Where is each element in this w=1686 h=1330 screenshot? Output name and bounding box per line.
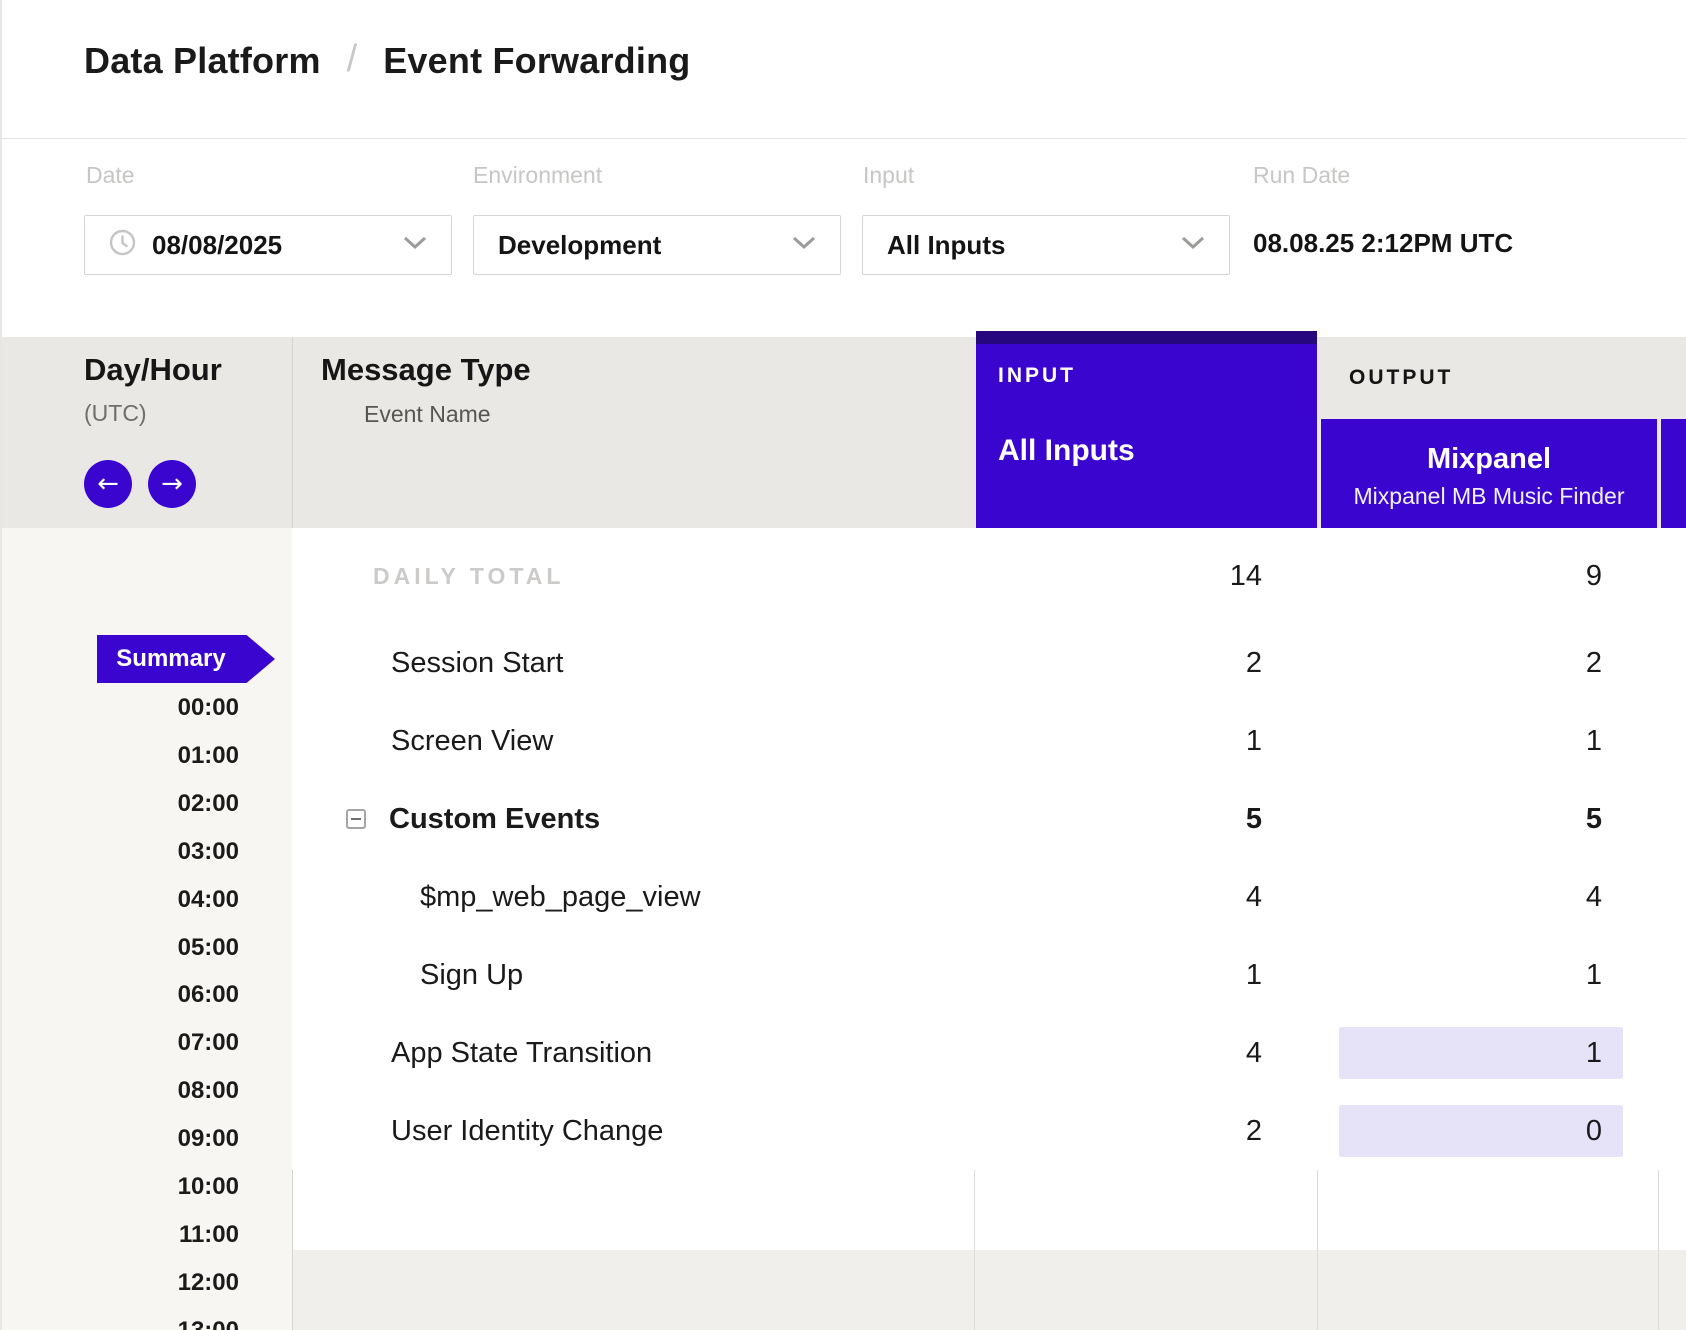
output-count-cell: 0 [1317,1092,1658,1170]
output-count-cell: 1 [1317,702,1658,780]
next-day-button[interactable]: → [148,460,196,508]
run-date-value: 08.08.25 2:12PM UTC [1253,228,1513,259]
input-dropdown[interactable]: All Inputs [862,215,1230,275]
daily-total-row: DAILY TOTAL 14 9 [292,528,1686,624]
grid-footer-band [292,1250,1686,1330]
chevron-down-icon [1181,236,1205,255]
input-value: All Inputs [887,230,1005,261]
environment-dropdown[interactable]: Development [473,215,841,275]
daily-total-output-value: 9 [1317,528,1658,624]
input-count: 5 [974,780,1317,858]
chevron-down-icon [792,236,816,255]
date-dropdown[interactable]: 08/08/2025 [84,215,452,275]
event-row: Custom Events 55 [292,780,1686,858]
event-row: App State Transition 41 [292,1014,1686,1092]
output-column-header[interactable]: Mixpanel Mixpanel MB Music Finder [1321,419,1657,528]
event-name: Custom Events [389,803,600,836]
hour-row-01-00[interactable]: 01:00 [2,742,239,770]
input-count: 2 [974,624,1317,702]
event-forwarding-page: Data Platform / Event Forwarding Date En… [0,0,1686,1330]
output-count-cell: 1 [1317,1014,1658,1092]
previous-day-button[interactable]: ← [84,460,132,508]
message-type-header: Message Type [321,352,531,388]
daily-total-input-value: 14 [974,528,1317,624]
hour-row-07-00[interactable]: 07:00 [2,1029,239,1057]
environment-filter-label: Environment [473,162,602,189]
header-divider [2,138,1686,139]
daily-total-label: DAILY TOTAL [373,528,564,624]
hour-row-10-00[interactable]: 10:00 [2,1173,239,1201]
event-name: Sign Up [420,959,523,992]
breadcrumb-separator: / [347,38,358,81]
event-row: Session Start 22 [292,624,1686,702]
hour-row-04-00[interactable]: 04:00 [2,886,239,914]
event-row: Sign Up 11 [292,936,1686,1014]
hour-row-09-00[interactable]: 09:00 [2,1125,239,1153]
event-rows: Session Start22Screen View11Custom Event… [292,624,1686,1170]
hour-row-05-00[interactable]: 05:00 [2,934,239,962]
breadcrumb: Data Platform / Event Forwarding [84,34,690,88]
date-filter-label: Date [86,162,135,189]
event-label-cell: Custom Events [292,780,974,858]
next-output-column-header[interactable] [1661,419,1686,528]
input-column-name: All Inputs [998,434,1135,468]
chevron-down-icon [403,236,427,255]
input-count: 1 [974,702,1317,780]
event-name: App State Transition [391,1037,652,1070]
collapse-minus-icon[interactable] [346,809,366,829]
event-row: Screen View 11 [292,702,1686,780]
event-label-cell: Sign Up [292,936,974,1014]
event-name-subheader: Event Name [364,401,491,428]
output-count-highlighted[interactable]: 1 [1339,1027,1623,1079]
hour-row-03-00[interactable]: 03:00 [2,838,239,866]
output-column-subtitle: Mixpanel MB Music Finder [1321,483,1657,510]
environment-value: Development [498,230,661,261]
event-label-cell: Session Start [292,624,974,702]
input-count: 1 [974,936,1317,1014]
input-count: 4 [974,858,1317,936]
input-column-header[interactable] [976,331,1317,528]
hour-row-13-00[interactable]: 13:00 [2,1317,239,1330]
event-name: Session Start [391,647,563,680]
output-count-cell: 2 [1317,624,1658,702]
output-count-cell: 1 [1317,936,1658,1014]
hour-row-02-00[interactable]: 02:00 [2,790,239,818]
summary-row-badge[interactable]: Summary [97,635,275,683]
output-column-name: Mixpanel [1321,443,1657,476]
output-count-highlighted[interactable]: 0 [1339,1105,1623,1157]
event-name: $mp_web_page_view [420,881,701,914]
clock-icon [109,229,136,261]
hour-row-08-00[interactable]: 08:00 [2,1077,239,1105]
breadcrumb-data-platform[interactable]: Data Platform [84,40,321,82]
day-hour-header: Day/Hour [84,352,222,388]
event-label-cell: Screen View [292,702,974,780]
input-filter-label: Input [863,162,914,189]
date-value: 08/08/2025 [152,230,282,261]
event-label-cell: App State Transition [292,1014,974,1092]
input-group-label: INPUT [998,364,1076,388]
hour-row-11-00[interactable]: 11:00 [2,1221,239,1249]
input-column-top-strip [976,331,1317,344]
input-count: 2 [974,1092,1317,1170]
input-count: 4 [974,1014,1317,1092]
event-name: Screen View [391,725,553,758]
day-hour-timezone: (UTC) [84,400,147,427]
output-group-label: OUTPUT [1349,366,1453,390]
event-row: User Identity Change 20 [292,1092,1686,1170]
event-label-cell: $mp_web_page_view [292,858,974,936]
run-date-label: Run Date [1253,162,1350,189]
page-title: Event Forwarding [383,40,690,82]
event-row: $mp_web_page_view 44 [292,858,1686,936]
output-count-cell: 5 [1317,780,1658,858]
output-count-cell: 4 [1317,858,1658,936]
event-label-cell: User Identity Change [292,1092,974,1170]
hour-row-00-00[interactable]: 00:00 [2,694,239,722]
hour-row-12-00[interactable]: 12:00 [2,1269,239,1297]
hour-row-06-00[interactable]: 06:00 [2,981,239,1009]
event-name: User Identity Change [391,1115,663,1148]
